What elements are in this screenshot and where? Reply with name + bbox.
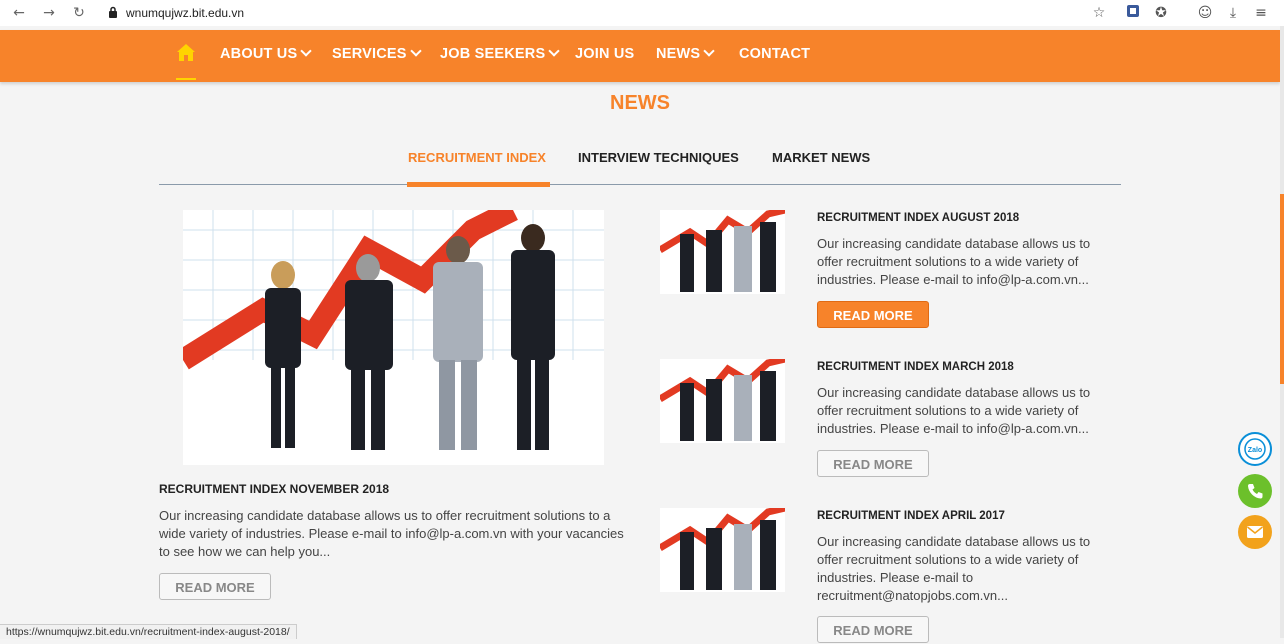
profile-icon[interactable]: ☺ [1196, 4, 1214, 22]
nav-join-us[interactable]: JOIN US [575, 46, 634, 62]
nav-services[interactable]: SERVICES [332, 45, 422, 62]
zalo-chat-button[interactable]: Zalo [1238, 432, 1272, 466]
home-icon[interactable] [176, 42, 196, 64]
lock-icon [109, 6, 117, 18]
article-thumbnail[interactable] [660, 210, 785, 294]
back-icon[interactable]: ← [10, 4, 28, 22]
featured-read-more-button[interactable]: READ MORE [159, 573, 271, 600]
status-bar-url: https://wnumqujwz.bit.edu.vn/recruitment… [0, 624, 297, 639]
article-thumbnail[interactable] [660, 508, 785, 592]
mail-icon [1247, 526, 1263, 538]
nav-about-us[interactable]: ABOUT US [220, 45, 312, 62]
chevron-down-icon [300, 45, 312, 57]
nav-contact[interactable]: CONTACT [739, 46, 810, 62]
article-title[interactable]: RECRUITMENT INDEX MARCH 2018 [817, 361, 1014, 373]
chevron-down-icon [703, 45, 715, 57]
nav-news[interactable]: NEWS [656, 45, 715, 62]
read-more-button[interactable]: READ MORE [817, 450, 929, 477]
address-bar[interactable]: wnumqujwz.bit.edu.vn [100, 3, 1080, 23]
menu-icon[interactable]: ≡ [1252, 4, 1270, 22]
read-more-button[interactable]: READ MORE [817, 301, 929, 328]
chevron-down-icon [410, 45, 422, 57]
address-url: wnumqujwz.bit.edu.vn [126, 6, 245, 20]
download-icon[interactable]: ⤓ [1224, 4, 1242, 22]
featured-article-title[interactable]: RECRUITMENT INDEX NOVEMBER 2018 [159, 482, 389, 496]
tab-interview-techniques[interactable]: INTERVIEW TECHNIQUES [578, 150, 739, 165]
scrollbar-thumb[interactable] [1280, 194, 1284, 384]
puzzle-icon[interactable]: ✪ [1152, 4, 1170, 22]
active-tab-indicator [407, 182, 550, 187]
home-active-indicator [176, 78, 196, 80]
phone-icon [1248, 484, 1263, 499]
article-excerpt: Our increasing candidate database allows… [817, 385, 1091, 436]
article-title[interactable]: RECRUITMENT INDEX AUGUST 2018 [817, 212, 1019, 224]
site-header: ABOUT US SERVICES JOB SEEKERS JOIN US NE… [0, 30, 1280, 82]
zalo-icon: Zalo [1248, 447, 1262, 454]
phone-call-button[interactable] [1238, 474, 1272, 508]
forward-icon[interactable]: → [40, 4, 58, 22]
nav-job-seekers[interactable]: JOB SEEKERS [440, 45, 561, 62]
email-button[interactable] [1238, 515, 1272, 549]
tab-recruitment-index[interactable]: RECRUITMENT INDEX [408, 150, 546, 165]
bookmark-star-icon[interactable]: ☆ [1090, 4, 1108, 22]
read-more-button[interactable]: READ MORE [817, 616, 929, 643]
chevron-down-icon [548, 45, 561, 57]
article-excerpt: Our increasing candidate database allows… [817, 236, 1091, 287]
page-title: NEWS [610, 92, 670, 114]
article-title[interactable]: RECRUITMENT INDEX APRIL 2017 [817, 510, 1005, 522]
tab-market-news[interactable]: MARKET NEWS [772, 150, 870, 165]
article-excerpt: Our increasing candidate database allows… [817, 534, 1091, 603]
featured-article-image[interactable] [183, 210, 604, 465]
reload-icon[interactable]: ↻ [70, 4, 88, 22]
article-thumbnail[interactable] [660, 359, 785, 443]
featured-article-excerpt: Our increasing candidate database allows… [159, 508, 624, 559]
browser-toolbar: ← → ↻ wnumqujwz.bit.edu.vn ☆ ✪ ☺ ⤓ ≡ [0, 0, 1284, 26]
extension-icon[interactable] [1124, 4, 1142, 22]
tabs-divider [159, 184, 1121, 185]
